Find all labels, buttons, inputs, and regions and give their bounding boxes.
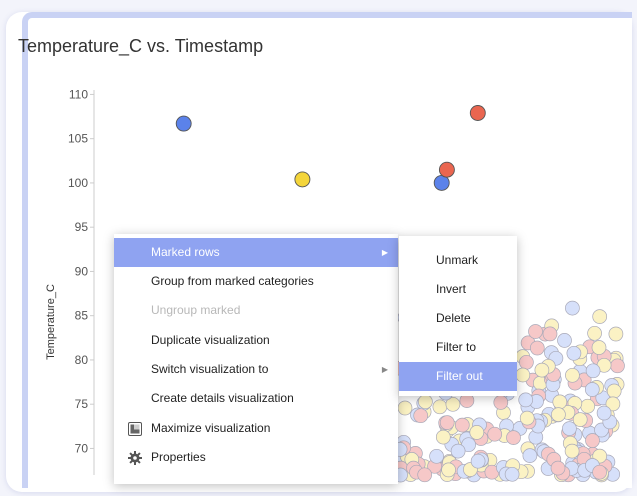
- cluster-point[interactable]: [506, 430, 521, 445]
- submenu-item-invert[interactable]: Invert: [399, 275, 517, 304]
- cluster-point[interactable]: [552, 394, 568, 410]
- cluster-point[interactable]: [519, 354, 534, 370]
- cluster-point[interactable]: [565, 367, 580, 383]
- cluster-point[interactable]: [564, 443, 580, 459]
- cluster-point[interactable]: [439, 415, 455, 430]
- data-point[interactable]: [438, 161, 455, 178]
- data-point[interactable]: [175, 115, 192, 132]
- cluster-point[interactable]: [585, 363, 601, 379]
- menu-item-ungroup-marked: Ungroup marked: [114, 296, 398, 325]
- cluster-point[interactable]: [435, 429, 451, 445]
- menu-item-label: Create details visualization: [151, 391, 294, 405]
- cluster-point[interactable]: [557, 333, 572, 348]
- cluster-point[interactable]: [493, 395, 509, 410]
- cluster-point[interactable]: [587, 325, 602, 341]
- y-tick-label: 85: [75, 309, 89, 323]
- cluster-point[interactable]: [522, 448, 538, 463]
- chevron-right-icon: ▶: [381, 248, 388, 257]
- submenu-item-filter-to[interactable]: Filter to: [399, 333, 517, 362]
- cluster-point[interactable]: [551, 407, 566, 422]
- menu-item-label: Ungroup marked: [151, 303, 241, 317]
- maximize-icon: [128, 422, 142, 436]
- menu-item-group-from-marked[interactable]: Group from marked categories: [114, 267, 398, 296]
- submenu-item-filter-out[interactable]: Filter out: [399, 362, 517, 391]
- cluster-point[interactable]: [529, 340, 545, 356]
- y-tick-label: 75: [75, 397, 89, 411]
- chevron-right-icon: ▶: [381, 365, 388, 374]
- cluster-point[interactable]: [470, 453, 486, 469]
- cluster-point[interactable]: [610, 358, 625, 374]
- cluster-point[interactable]: [566, 345, 582, 361]
- y-tick-label: 70: [75, 441, 89, 455]
- cluster-point[interactable]: [454, 417, 470, 433]
- cluster-point[interactable]: [397, 400, 413, 416]
- cluster-point[interactable]: [417, 467, 433, 483]
- cluster-point[interactable]: [413, 408, 429, 424]
- cluster-point[interactable]: [441, 462, 456, 478]
- cluster-point[interactable]: [515, 367, 531, 383]
- submenu-item-label: Unmark: [436, 253, 479, 267]
- cluster-point[interactable]: [519, 410, 535, 426]
- y-axis: 110 105 100 95 90 85 80 75 70 Temperature_C: [45, 87, 95, 475]
- cluster-point[interactable]: [504, 466, 520, 482]
- cluster-point[interactable]: [534, 362, 550, 378]
- gear-icon: [128, 451, 142, 465]
- cluster-point[interactable]: [585, 433, 600, 448]
- y-axis-title: Temperature_C: [45, 284, 57, 360]
- menu-item-maximize-visualization[interactable]: Maximize visualization: [114, 414, 398, 443]
- data-point[interactable]: [294, 171, 311, 188]
- submenu-item-label: Delete: [436, 311, 471, 325]
- menu-item-label: Maximize visualization: [151, 421, 271, 435]
- cluster-point[interactable]: [565, 300, 580, 316]
- cluster-point[interactable]: [580, 398, 596, 414]
- y-tick-label: 90: [75, 264, 89, 278]
- data-point[interactable]: [469, 105, 486, 121]
- context-menu: Marked rows ▶ Group from marked categori…: [114, 234, 398, 484]
- menu-item-duplicate-visualization[interactable]: Duplicate visualization: [114, 326, 398, 355]
- menu-item-label: Switch visualization to: [151, 362, 269, 376]
- cluster-point[interactable]: [606, 383, 622, 399]
- cluster-point[interactable]: [592, 464, 607, 480]
- y-tick-label: 100: [68, 176, 88, 190]
- cluster-point[interactable]: [432, 399, 448, 415]
- cluster-point[interactable]: [450, 443, 466, 459]
- cluster-point[interactable]: [542, 326, 558, 342]
- submenu-item-delete[interactable]: Delete: [399, 304, 517, 333]
- menu-item-label: Marked rows: [151, 245, 220, 259]
- menu-item-label: Group from marked categories: [151, 274, 314, 288]
- cluster-point[interactable]: [528, 324, 543, 339]
- menu-item-marked-rows[interactable]: Marked rows ▶: [114, 238, 398, 267]
- menu-item-switch-visualization[interactable]: Switch visualization to ▶: [114, 355, 398, 384]
- cluster-point[interactable]: [550, 460, 566, 476]
- submenu-item-unmark[interactable]: Unmark: [399, 246, 517, 275]
- cluster-point[interactable]: [584, 382, 600, 397]
- highlight-points[interactable]: [175, 105, 486, 191]
- cluster-point[interactable]: [418, 394, 433, 410]
- cluster-point[interactable]: [469, 425, 485, 440]
- cluster-point[interactable]: [572, 412, 588, 427]
- y-tick-label: 110: [69, 87, 88, 101]
- menu-item-create-details[interactable]: Create details visualization: [114, 384, 398, 413]
- submenu-item-label: Filter to: [436, 340, 477, 354]
- submenu-item-label: Filter out: [436, 369, 483, 383]
- cluster-point[interactable]: [487, 426, 503, 442]
- cluster-point[interactable]: [596, 405, 612, 421]
- cluster-point[interactable]: [518, 392, 534, 408]
- marked-rows-submenu: Unmark Invert Delete Filter to Filter ou…: [399, 236, 517, 396]
- cluster-point[interactable]: [591, 340, 607, 355]
- cluster-point[interactable]: [429, 448, 444, 464]
- submenu-item-label: Invert: [436, 282, 467, 296]
- cluster-point[interactable]: [592, 309, 608, 324]
- menu-item-label: Duplicate visualization: [151, 333, 270, 347]
- menu-item-properties[interactable]: Properties: [114, 443, 398, 472]
- y-tick-label: 105: [68, 132, 88, 146]
- cluster-point[interactable]: [608, 326, 624, 342]
- y-tick-label: 80: [75, 353, 89, 367]
- menu-item-label: Properties: [151, 450, 206, 464]
- data-point[interactable]: [433, 174, 450, 191]
- y-tick-label: 95: [75, 220, 89, 234]
